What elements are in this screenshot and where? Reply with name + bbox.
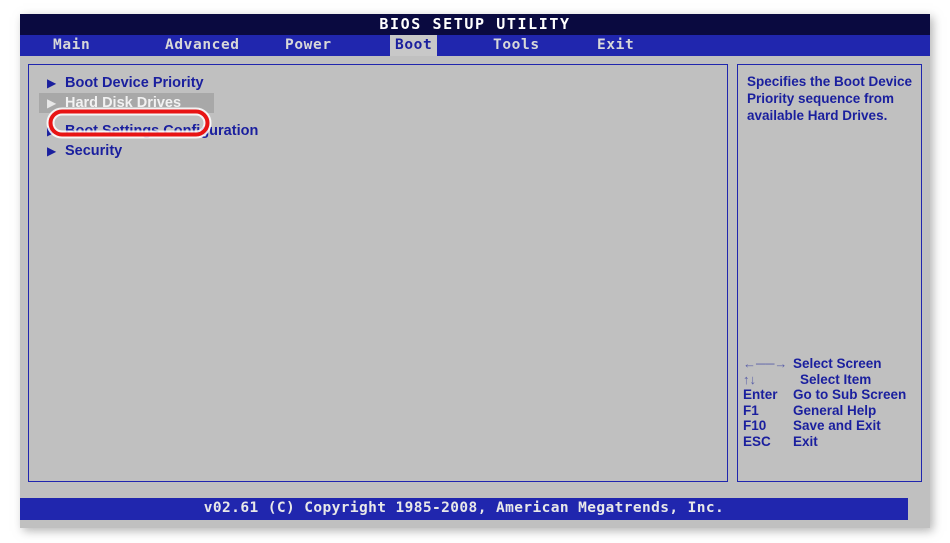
legend-description: Select Screen [793, 356, 882, 371]
legend-description: Go to Sub Screen [793, 387, 907, 402]
key-legend: ←──→ Select Screen ↑↓ Select Item Enter Go to… [743, 356, 921, 449]
help-text: Specifies the Boot Device Priority seque… [747, 74, 913, 123]
legend-row: Enter Go to Sub Screen [743, 387, 921, 403]
menu-item-label: Boot Device Priority [65, 75, 204, 91]
legend-arrow-icon: ←──→ [743, 356, 788, 371]
menu-spacer [39, 113, 719, 121]
menu-item-label: Boot Settings Configuration [65, 123, 259, 139]
menubar: Main Advanced Power Boot Tools Exit [20, 35, 930, 56]
bios-setup-window: BIOS SETUP UTILITY Main Advanced Power Boot… [20, 14, 930, 528]
menu-item-label: Hard Disk Drives [65, 95, 182, 111]
tab-exit[interactable]: Exit [592, 35, 639, 56]
menu-item-boot-device-priority[interactable]: ▶ Boot Device Priority [39, 73, 719, 93]
legend-row: ←──→ Select Screen [743, 356, 921, 372]
titlebar: BIOS SETUP UTILITY [20, 14, 930, 35]
submenu-arrow-icon: ▶ [47, 124, 57, 138]
legend-key: Enter [743, 387, 778, 402]
legend-description: Save and Exit [793, 418, 881, 433]
legend-key: F10 [743, 418, 767, 433]
menu-item-security[interactable]: ▶ Security [39, 141, 719, 161]
legend-arrow-icon: ↑↓ [743, 371, 756, 387]
legend-description: Exit [793, 433, 818, 449]
menu-item-boot-settings-configuration[interactable]: ▶ Boot Settings Configuration [39, 121, 719, 141]
boot-menu-list: ▶ Boot Device Priority ▶ Hard Disk Drives ▶ B… [39, 73, 719, 161]
legend-row: ↑↓ Select Item [743, 372, 921, 388]
tab-boot[interactable]: Boot [390, 35, 438, 56]
menu-item-hard-disk-drives[interactable]: ▶ Hard Disk Drives [39, 93, 214, 113]
footer-bar: v02.61 (C) Copyright 1985-2008, American… [20, 498, 908, 520]
help-panel: Specifies the Boot Device Priority seque… [737, 64, 922, 482]
legend-key: ESC [743, 433, 771, 449]
legend-row: F1 General Help [743, 403, 921, 419]
submenu-arrow-icon: ▶ [47, 144, 57, 158]
tab-main[interactable]: Main [48, 35, 95, 56]
menu-item-label: Security [65, 143, 123, 159]
body-area: ▶ Boot Device Priority ▶ Hard Disk Drives ▶ B… [20, 56, 930, 490]
copyright-text: v02.61 (C) Copyright 1985-2008, American… [203, 500, 725, 516]
legend-description: Select Item [800, 371, 872, 387]
tab-power[interactable]: Power [280, 35, 337, 56]
main-panel: ▶ Boot Device Priority ▶ Hard Disk Drives ▶ B… [28, 64, 728, 482]
page-title: BIOS SETUP UTILITY [379, 15, 571, 33]
legend-key: F1 [743, 402, 759, 418]
legend-row: F10 Save and Exit [743, 418, 921, 434]
legend-description: General Help [793, 402, 877, 418]
tab-tools[interactable]: Tools [488, 35, 545, 56]
tab-advanced[interactable]: Advanced [160, 35, 245, 56]
submenu-arrow-icon: ▶ [47, 76, 57, 90]
legend-row: ESC Exit [743, 434, 921, 450]
submenu-arrow-icon: ▶ [47, 96, 57, 110]
